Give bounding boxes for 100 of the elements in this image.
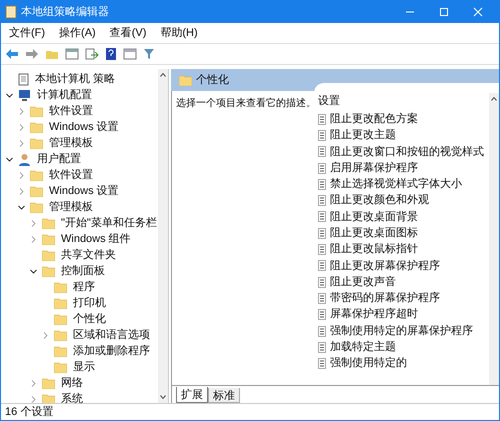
tree-item[interactable]: 管理模板 xyxy=(49,134,93,152)
folder-icon xyxy=(54,282,67,292)
folder-icon xyxy=(42,234,55,244)
forward-icon[interactable] xyxy=(25,48,39,60)
tree-item[interactable]: 软件设置 xyxy=(49,166,93,184)
menu-item[interactable]: 查看(V) xyxy=(110,24,146,42)
setting-item[interactable]: 阻止更改屏幕保护程序 xyxy=(330,258,440,274)
folder-icon xyxy=(30,202,43,212)
tree-item[interactable]: 程序 xyxy=(73,278,95,296)
tree-item[interactable]: 系统 xyxy=(61,390,83,403)
back-icon[interactable] xyxy=(5,48,19,60)
setting-item[interactable]: 阻止更改窗口和按钮的视觉样式 xyxy=(330,144,484,160)
folder-icon xyxy=(42,266,55,276)
tree-item[interactable]: 软件设置 xyxy=(49,102,93,120)
view-tab[interactable]: 标准 xyxy=(208,388,240,403)
scroll-down-icon[interactable] xyxy=(160,395,166,399)
setting-item[interactable]: 启用屏幕保护程序 xyxy=(330,160,418,176)
setting-item[interactable]: 阻止更改桌面图标 xyxy=(330,224,418,242)
view-tab[interactable]: 扩展 xyxy=(176,387,208,403)
setting-item[interactable]: 阻止更改桌面背景 xyxy=(330,208,418,226)
folder-icon xyxy=(54,362,67,372)
tree-item[interactable]: 控制面板 xyxy=(61,262,105,280)
tree-item[interactable]: 显示 xyxy=(73,358,95,376)
setting-item[interactable]: 屏幕保护程序超时 xyxy=(330,306,418,323)
tree-item[interactable]: Windows 设置 xyxy=(49,182,119,200)
folder-icon xyxy=(30,186,43,196)
folder-icon xyxy=(42,218,55,228)
tree-item[interactable]: Windows 设置 xyxy=(49,118,119,136)
folder-icon xyxy=(30,170,43,180)
policy-icon xyxy=(318,292,326,304)
setting-item[interactable]: 阻止更改鼠标指针 xyxy=(330,241,418,258)
folder-icon xyxy=(30,122,43,132)
maximize-icon[interactable] xyxy=(439,7,449,17)
folder-icon xyxy=(30,138,43,148)
user-icon xyxy=(18,152,31,166)
setting-item[interactable]: 强制使用特定的屏幕保护程序 xyxy=(330,322,473,340)
description-text: 选择一个项目来查看它的描述。 xyxy=(175,96,314,111)
tree-item[interactable]: 区域和语言选项 xyxy=(73,326,150,344)
policy-icon xyxy=(318,178,326,190)
policy-icon xyxy=(318,276,326,288)
policy-icon xyxy=(318,195,326,206)
tree-item[interactable]: 用户配置 xyxy=(37,150,81,168)
folder-icon xyxy=(54,346,67,356)
policy-icon xyxy=(318,244,326,256)
tree-item[interactable]: 添加或删除程序 xyxy=(73,342,150,360)
menu-item[interactable]: 文件(F) xyxy=(9,24,46,42)
document-icon xyxy=(18,72,29,86)
setting-item[interactable]: 强制使用特定的 xyxy=(330,355,407,372)
policy-icon xyxy=(318,358,326,370)
folder-icon xyxy=(42,378,55,388)
tree-item[interactable]: 共享文件夹 xyxy=(61,246,116,264)
folder-icon xyxy=(54,314,67,324)
scrollbar[interactable] xyxy=(489,93,499,385)
setting-item[interactable]: 阻止更改配色方案 xyxy=(330,111,418,128)
setting-item[interactable]: 阻止更改颜色和外观 xyxy=(330,192,429,209)
filter-icon[interactable] xyxy=(143,48,155,60)
policy-icon xyxy=(318,342,326,353)
setting-item[interactable]: 带密码的屏幕保护程序 xyxy=(330,290,440,307)
tree-item[interactable]: 计算机配置 xyxy=(37,86,92,104)
setting-item[interactable]: 禁止选择视觉样式字体大小 xyxy=(330,176,462,193)
menu-item[interactable]: 操作(A) xyxy=(59,24,96,42)
folder-icon xyxy=(42,394,55,403)
policy-icon xyxy=(318,162,326,174)
tree-item[interactable]: 管理模板 xyxy=(49,198,93,216)
export-icon[interactable] xyxy=(85,48,99,60)
tree-item[interactable]: 本地计算机 策略 xyxy=(35,70,116,88)
scroll-up-icon[interactable] xyxy=(160,73,166,77)
policy-icon xyxy=(318,146,326,158)
status-text: 16 个设置 xyxy=(5,404,54,420)
folder-icon xyxy=(30,106,43,116)
policy-icon xyxy=(318,260,326,272)
setting-item[interactable]: 加载特定主题 xyxy=(330,339,396,356)
policy-icon xyxy=(318,326,326,336)
panel-icon[interactable] xyxy=(65,48,79,60)
folder-icon xyxy=(54,330,67,340)
tree-item[interactable]: 网络 xyxy=(61,374,83,392)
tree-item[interactable]: "开始"菜单和任务栏 xyxy=(61,214,157,232)
policy-icon xyxy=(318,130,326,141)
computer-icon xyxy=(18,88,31,102)
close-icon[interactable] xyxy=(473,7,483,17)
setting-item[interactable]: 阻止更改声音 xyxy=(330,274,396,290)
tree-item[interactable]: 个性化 xyxy=(73,310,106,328)
app-icon xyxy=(5,5,17,19)
scrollbar[interactable] xyxy=(158,69,168,403)
policy-icon xyxy=(318,114,326,125)
column-header[interactable]: 设置 xyxy=(314,93,489,111)
tree-item[interactable]: 打印机 xyxy=(73,294,106,312)
folder-icon xyxy=(179,74,192,86)
menu-item[interactable]: 帮助(H) xyxy=(160,24,198,42)
help-icon[interactable] xyxy=(105,47,117,61)
window-title: 本地组策略编辑器 xyxy=(21,4,109,20)
folder-icon xyxy=(54,298,67,308)
folder-icon xyxy=(42,250,55,260)
tree-item[interactable]: Windows 组件 xyxy=(61,230,131,248)
policy-icon xyxy=(318,309,326,320)
scroll-up-icon[interactable] xyxy=(491,97,497,101)
policy-icon xyxy=(318,228,326,239)
setting-item[interactable]: 阻止更改主题 xyxy=(330,127,396,144)
detail-title: 个性化 xyxy=(196,72,229,88)
policy-icon xyxy=(318,211,326,222)
